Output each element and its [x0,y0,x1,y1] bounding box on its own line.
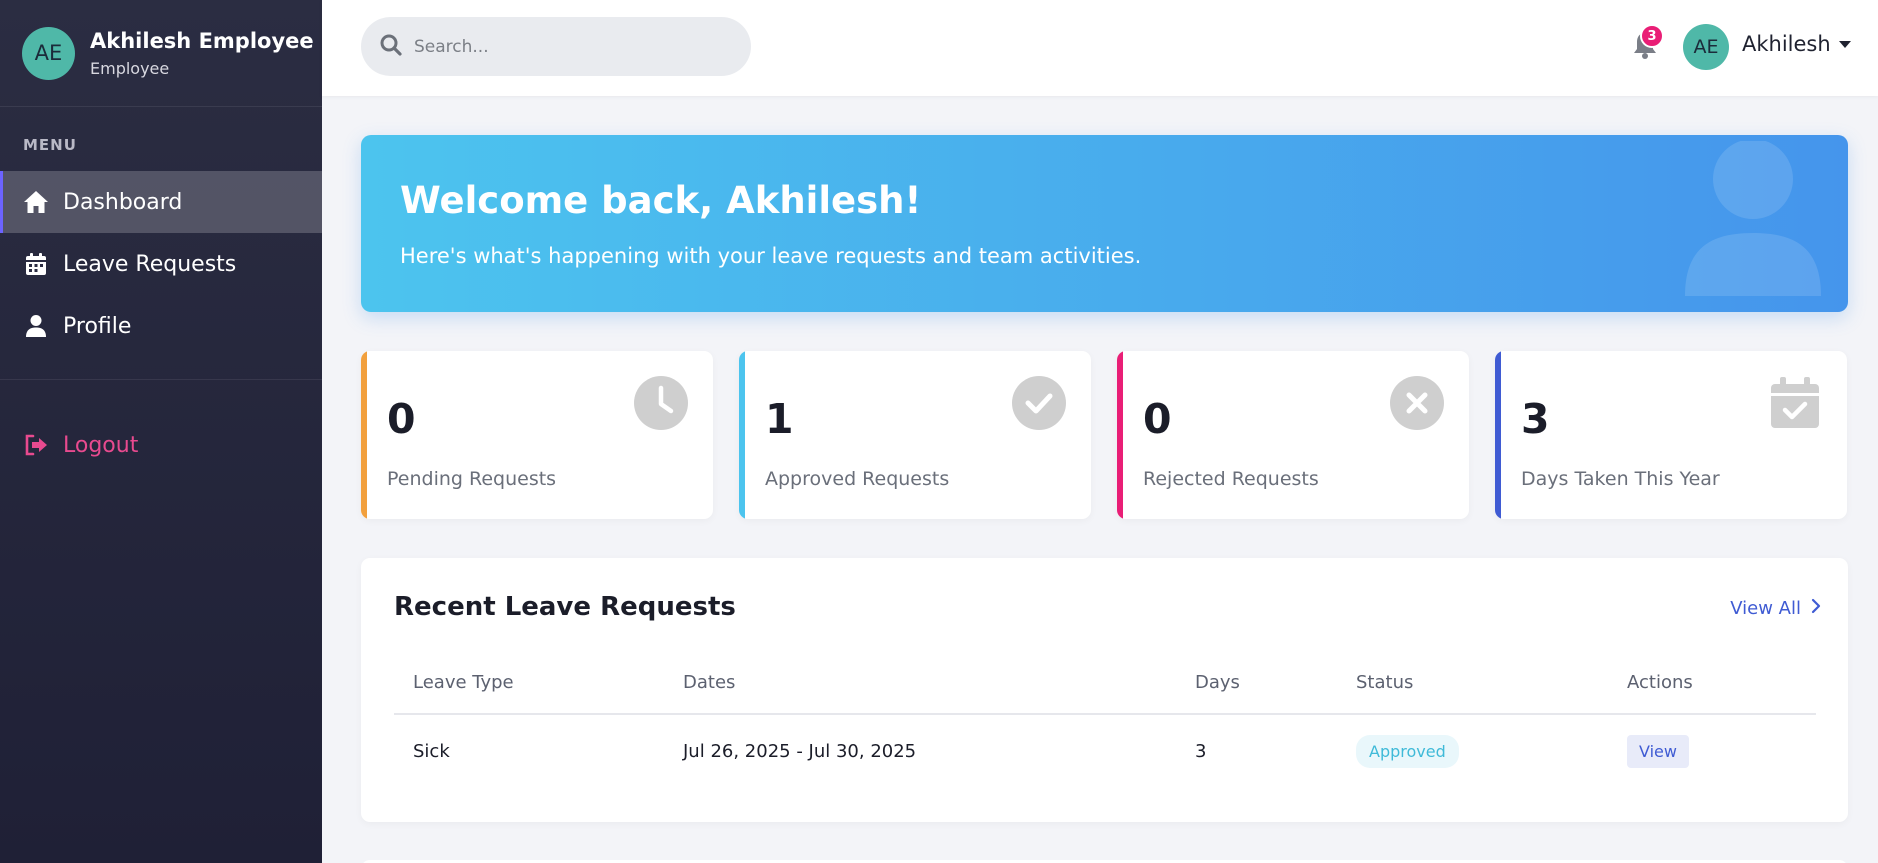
search-icon [380,34,402,60]
table-header: Leave Type Dates Days Status Actions [394,672,1816,715]
caret-down-icon [1838,40,1851,48]
stat-card-rejected: 0 Rejected Requests [1117,351,1469,519]
sidebar: AE Akhilesh Employee Employee MENU Dashb… [0,0,322,863]
stat-value: 1 [765,395,794,443]
welcome-banner: Welcome back, Akhilesh! Here's what's ha… [361,135,1848,312]
stat-label: Rejected Requests [1143,468,1319,490]
logout-icon [23,432,49,458]
avatar[interactable]: AE [1683,24,1729,70]
chevron-right-icon [1811,598,1821,619]
sidebar-item-leave-requests[interactable]: Leave Requests [0,233,322,295]
stat-card-pending: 0 Pending Requests [361,351,713,519]
stat-accent-bar [1117,351,1123,519]
avatar[interactable]: AE [22,26,75,80]
status-badge: Approved [1356,735,1459,768]
cell-leave-type: Sick [413,741,450,762]
stat-label: Pending Requests [387,468,557,490]
view-all-link[interactable]: View All [1730,598,1821,619]
user-icon [23,313,49,339]
user-silhouette-icon [1683,139,1823,301]
sidebar-item-label: Leave Requests [63,251,237,277]
column-header-days: Days [1195,672,1240,693]
stat-value: 0 [1143,395,1172,443]
column-header-actions: Actions [1627,672,1693,693]
top-user-name: Akhilesh [1742,32,1831,56]
stat-accent-bar [739,351,745,519]
stat-value: 0 [387,395,416,443]
view-button[interactable]: View [1627,735,1689,768]
sidebar-divider [0,379,322,380]
calendar-icon [23,251,49,277]
x-circle-icon [1390,376,1444,430]
user-menu-toggle[interactable]: Akhilesh [1742,32,1851,56]
stat-label: Days Taken This Year [1521,468,1720,490]
welcome-title: Welcome back, Akhilesh! [400,179,922,222]
clock-icon [634,376,688,430]
sidebar-header: AE Akhilesh Employee Employee [0,0,322,107]
notification-badge: 3 [1640,24,1664,48]
recent-title: Recent Leave Requests [394,592,736,622]
column-header-dates: Dates [683,672,736,693]
cell-days: 3 [1195,741,1207,762]
sidebar-item-profile[interactable]: Profile [0,295,322,357]
logout-label: Logout [63,432,139,458]
stat-card-approved: 1 Approved Requests [739,351,1091,519]
welcome-subtitle: Here's what's happening with your leave … [400,244,1142,268]
check-circle-icon [1012,376,1066,430]
stat-value: 3 [1521,395,1550,443]
stat-card-days-taken: 3 Days Taken This Year [1495,351,1847,519]
recent-leave-requests-card: Recent Leave Requests View All Leave Typ… [361,558,1848,822]
home-icon [23,189,49,215]
sidebar-item-label: Profile [63,313,132,339]
stat-accent-bar [361,351,367,519]
stat-label: Approved Requests [765,468,950,490]
column-header-leave-type: Leave Type [413,672,514,693]
stat-accent-bar [1495,351,1501,519]
top-bar: 3 AE Akhilesh [322,0,1878,96]
sidebar-user-name: Akhilesh Employee [90,28,314,53]
view-all-label: View All [1730,598,1801,619]
menu-heading: MENU [23,136,77,154]
sidebar-item-dashboard[interactable]: Dashboard [0,171,322,233]
sidebar-menu: Dashboard Leave Requests Profile [0,171,322,357]
logout-button[interactable]: Logout [0,414,322,476]
sidebar-user-role: Employee [90,58,170,78]
table-row: Sick Jul 26, 2025 - Jul 30, 2025 3 [394,715,1816,789]
sidebar-item-label: Dashboard [63,189,183,215]
column-header-status: Status [1356,672,1414,693]
cell-dates: Jul 26, 2025 - Jul 30, 2025 [683,741,917,762]
calendar-check-icon [1768,376,1822,430]
search-input[interactable] [414,36,734,57]
search-box [361,17,751,76]
